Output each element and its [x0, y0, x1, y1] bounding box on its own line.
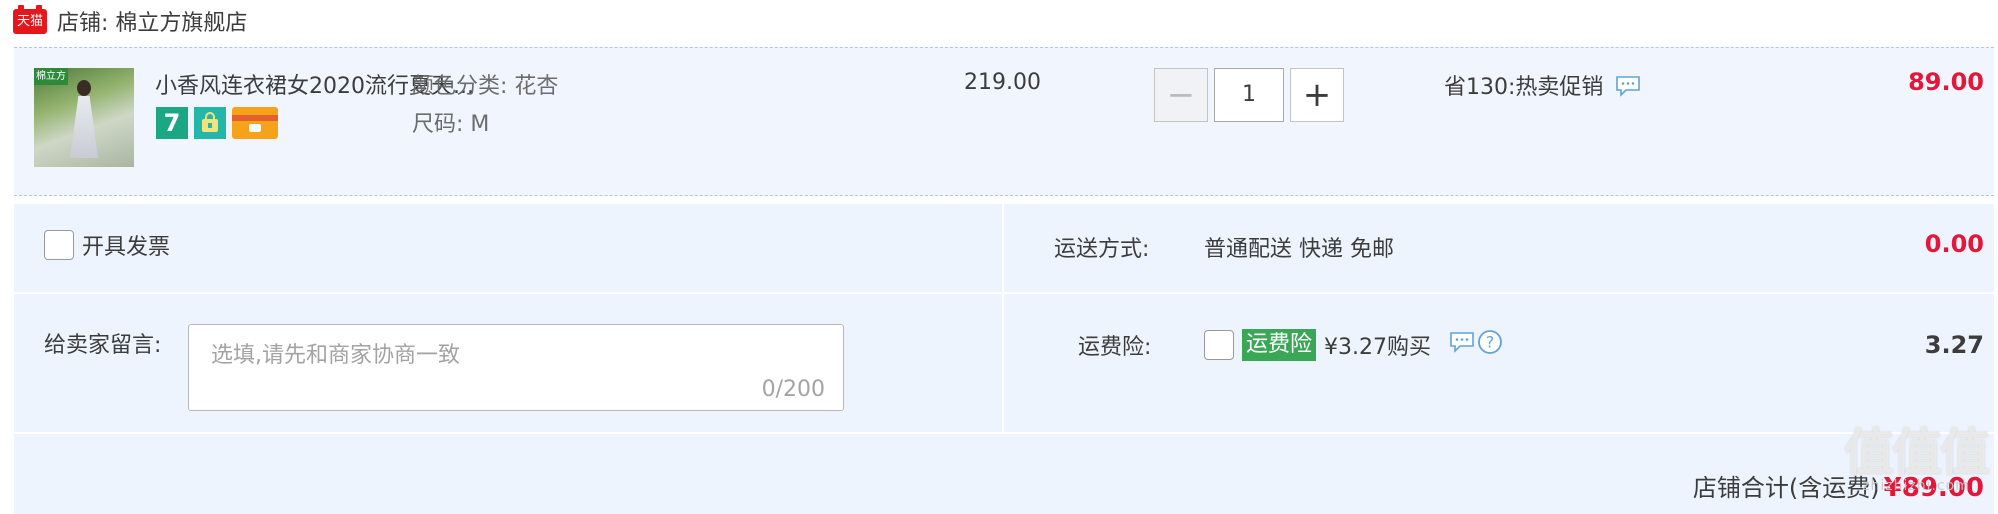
seven-day-return-icon[interactable]: 7 — [156, 107, 188, 139]
invoice-label: 开具发票 — [82, 235, 171, 260]
product-model-figure — [68, 78, 100, 164]
shipping-method-value[interactable]: 普通配送 快递 免邮 — [1204, 231, 1394, 263]
quantity-stepper: − 1 + — [1154, 68, 1344, 122]
promotion-info: 省130:热卖促销 — [1444, 67, 1641, 103]
row-divider — [14, 432, 1994, 434]
shop-total: 店铺合计(含运费) ¥89.00 — [1693, 468, 1984, 503]
size-value: M — [470, 112, 490, 137]
shop-total-label: 店铺合计(含运费) — [1692, 474, 1880, 502]
color-attribute: 颜色分类: 花杏 — [412, 68, 558, 100]
shipping-method-label: 运送方式: — [1054, 237, 1150, 262]
insurance-tag: 运费险 — [1242, 329, 1317, 361]
increase-quantity-button[interactable]: + — [1290, 68, 1344, 122]
seller-message-textarea[interactable]: 选填,请先和商家协商一致 0/200 — [188, 324, 844, 411]
order-item-row: 棉立方 小香风连衣裙女2020流行夏天... 7 颜色分类: 花杏 尺码: M … — [14, 47, 1994, 196]
help-question-icon[interactable]: ? — [1477, 329, 1503, 361]
shipping-insurance-option: 运费险 ¥3.27购买 ? — [1204, 329, 1503, 361]
shop-total-value: ¥89.00 — [1883, 473, 1984, 503]
svg-text:?: ? — [1486, 333, 1495, 352]
tmall-logo-icon: 天猫 — [13, 4, 47, 34]
service-badges: 7 — [156, 107, 278, 139]
shipping-insurance-checkbox[interactable] — [1204, 330, 1234, 360]
message-char-counter: 0/200 — [761, 377, 825, 402]
item-total-price: 89.00 — [1908, 68, 1984, 96]
thumb-brand-badge: 棉立方 — [34, 68, 68, 85]
credit-card-icon[interactable] — [232, 107, 278, 139]
shopping-bag-icon[interactable] — [194, 107, 226, 139]
size-label: 尺码: — [412, 112, 464, 137]
vertical-divider — [1002, 204, 1004, 432]
row-divider — [14, 292, 1994, 294]
product-thumbnail[interactable]: 棉立方 — [34, 68, 134, 167]
shipping-insurance-label: 运费险: — [1078, 335, 1152, 360]
size-attribute: 尺码: M — [412, 106, 489, 138]
unit-price: 219.00 — [964, 70, 1041, 95]
invoice-checkbox[interactable] — [44, 230, 74, 260]
chat-bubble-icon[interactable] — [1449, 331, 1475, 359]
color-label: 颜色分类: — [412, 74, 508, 99]
message-placeholder: 选填,请先和商家协商一致 — [211, 343, 460, 368]
promotion-text: 省130:热卖促销 — [1444, 75, 1604, 100]
shop-header: 天猫 店铺: 棉立方旗舰店 — [13, 4, 247, 37]
order-options-panel: 开具发票 运送方式: 普通配送 快递 免邮 0.00 给卖家留言: 选填,请先和… — [14, 204, 1994, 514]
decrease-quantity-button[interactable]: − — [1154, 68, 1208, 122]
seller-message-label: 给卖家留言: — [44, 333, 162, 358]
shipping-fee: 0.00 — [1924, 230, 1984, 258]
insurance-fee: 3.27 — [1924, 331, 1984, 359]
chat-bubble-icon[interactable] — [1615, 75, 1641, 103]
shop-name-link[interactable]: 店铺: 棉立方旗舰店 — [57, 5, 247, 37]
color-value: 花杏 — [514, 74, 559, 99]
invoice-option[interactable]: 开具发票 — [44, 229, 170, 261]
insurance-price: ¥3.27购买 — [1324, 335, 1431, 360]
insurance-help-icons: ? — [1449, 329, 1503, 361]
quantity-input[interactable]: 1 — [1214, 68, 1284, 122]
